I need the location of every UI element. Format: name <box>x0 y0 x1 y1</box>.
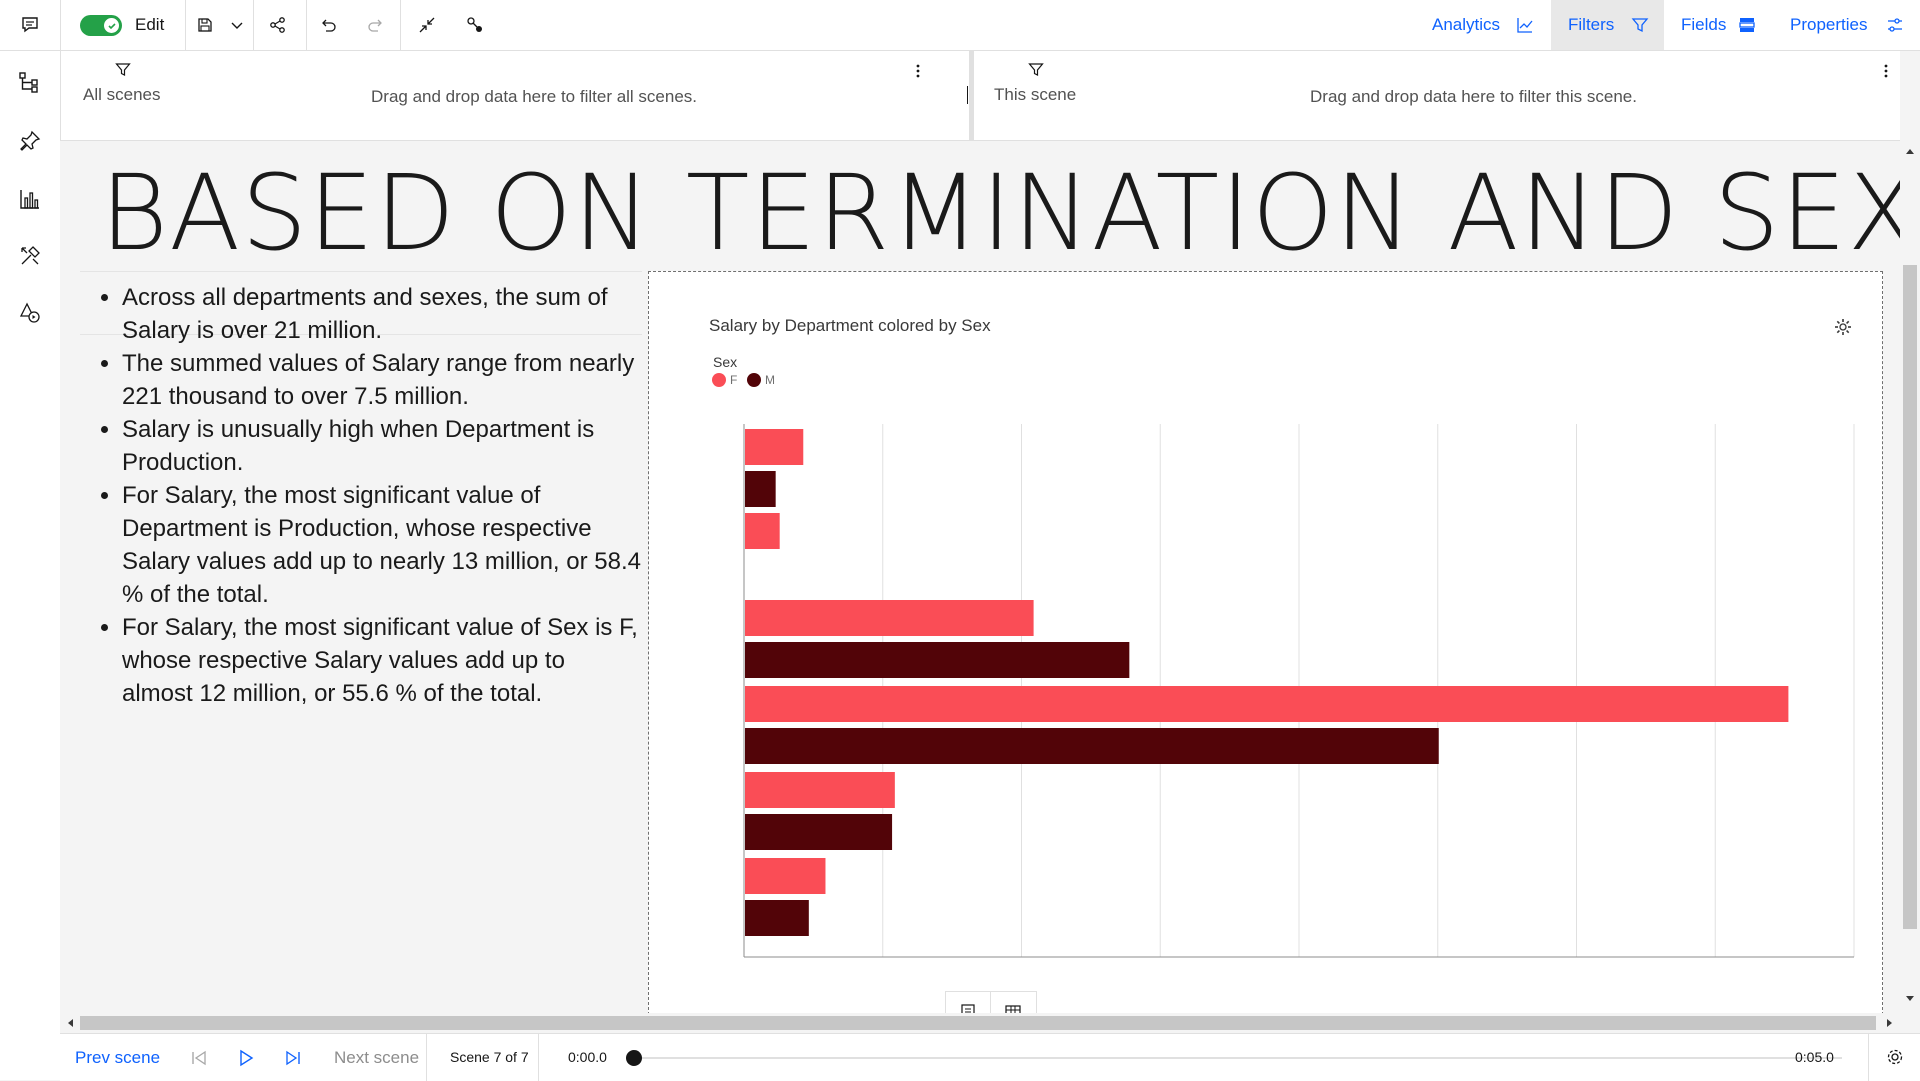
tab-fields-label: Fields <box>1681 15 1727 34</box>
all-scenes-drop-hint: Drag and drop data here to filter all sc… <box>371 87 698 106</box>
insight-item: For Salary, the most significant value o… <box>122 479 642 611</box>
timeline-handle[interactable] <box>626 1050 642 1066</box>
scene-counter: Scene 7 of 7 <box>450 1049 529 1065</box>
bar-f[interactable] <box>745 686 1789 722</box>
tab-analytics[interactable]: Analytics <box>1432 0 1500 50</box>
bar-m[interactable] <box>745 642 1130 678</box>
horizontal-scrollbar[interactable] <box>60 1013 1900 1033</box>
bar-f[interactable] <box>745 513 780 549</box>
skip-forward-icon[interactable] <box>284 1049 302 1067</box>
scroll-right-icon[interactable] <box>1886 1018 1894 1028</box>
comment-icon[interactable] <box>18 0 42 50</box>
insight-item: For Salary, the most significant value o… <box>122 611 642 710</box>
this-scene-label: This scene <box>994 85 1077 104</box>
vertical-scrollbar[interactable] <box>1900 141 1920 1013</box>
bar-f[interactable] <box>745 858 826 894</box>
tab-filters[interactable]: Filters <box>1551 0 1664 50</box>
filter-funnel-icon <box>115 62 131 78</box>
time-end: 0:05.0 <box>1795 1049 1834 1065</box>
undo-icon[interactable] <box>316 0 340 50</box>
prev-scene-button[interactable]: Prev scene <box>75 1034 160 1081</box>
filter-icon <box>1629 0 1651 50</box>
tab-fields[interactable]: Fields <box>1681 0 1726 50</box>
fields-icon <box>1736 0 1758 50</box>
vertical-scroll-thumb[interactable] <box>1903 265 1917 929</box>
insight-item: Salary is unusually high when Department… <box>122 413 642 479</box>
skip-back-icon[interactable] <box>190 1049 208 1067</box>
bar-m[interactable] <box>745 900 809 936</box>
bar-f[interactable] <box>745 772 895 808</box>
properties-icon <box>1884 0 1906 50</box>
scene-playback-bar: Prev scene Next scene Scene 7 of 7 0:00.… <box>60 1033 1920 1081</box>
pin-icon[interactable] <box>16 127 44 155</box>
playback-settings-icon[interactable] <box>1886 1048 1904 1066</box>
next-scene-button[interactable]: Next scene <box>334 1034 419 1081</box>
this-scene-drop-hint: Drag and drop data here to filter this s… <box>1310 87 1637 106</box>
filter-funnel-icon <box>1028 62 1044 78</box>
all-scenes-label: All scenes <box>83 85 161 104</box>
chevron-down-icon[interactable] <box>225 0 249 50</box>
overflow-menu-icon[interactable] <box>1880 61 1892 81</box>
scene-title: BASED ON TERMINATION AND SEX <box>100 152 1920 274</box>
edit-label: Edit <box>135 15 165 34</box>
insight-item: The summed values of Salary range from n… <box>122 347 642 413</box>
horizontal-scroll-thumb[interactable] <box>80 1016 1876 1030</box>
bar-f[interactable] <box>745 600 1034 636</box>
navigation-path-icon[interactable] <box>463 0 487 50</box>
bar-m[interactable] <box>745 728 1439 764</box>
save-icon[interactable] <box>193 0 217 50</box>
this-scene-filter-bar[interactable]: This scene Drag and drop data here to fi… <box>974 51 1900 141</box>
chart-icon[interactable] <box>16 185 44 213</box>
timeline-track[interactable] <box>634 1057 1842 1059</box>
insights-list: Across all departments and sexes, the su… <box>82 281 642 710</box>
time-start: 0:00.0 <box>568 1049 607 1065</box>
bar-f[interactable] <box>745 429 804 465</box>
bar-m[interactable] <box>745 471 776 507</box>
scroll-up-icon[interactable] <box>1905 147 1915 155</box>
share-icon[interactable] <box>266 0 290 50</box>
tab-analytics-label: Analytics <box>1432 15 1501 34</box>
tools-icon[interactable] <box>16 242 44 270</box>
insight-item: Across all departments and sexes, the su… <box>122 281 642 347</box>
tab-filters-label: Filters <box>1568 15 1615 34</box>
bar-m[interactable] <box>745 814 893 850</box>
analytics-icon <box>1514 0 1536 50</box>
collapse-icon[interactable] <box>415 0 439 50</box>
shapes-icon[interactable] <box>16 299 44 327</box>
scene-canvas: BASED ON TERMINATION AND SEX Across all … <box>60 141 1920 1033</box>
tab-properties-label: Properties <box>1790 15 1868 34</box>
play-icon[interactable] <box>237 1049 255 1067</box>
overflow-menu-icon[interactable] <box>912 61 924 81</box>
left-rail <box>0 51 61 1080</box>
top-toolbar: Edit Analytics Filters Fields Properties <box>0 0 1920 51</box>
all-scenes-filter-bar[interactable]: All scenes Drag and drop data here to fi… <box>61 51 963 141</box>
chart-widget[interactable]: Salary by Department colored by Sex Sex … <box>648 271 1883 1015</box>
redo-icon[interactable] <box>364 0 388 50</box>
hierarchy-icon[interactable] <box>16 68 44 96</box>
scroll-left-icon[interactable] <box>66 1018 74 1028</box>
bar-chart <box>743 424 1855 958</box>
scroll-down-icon[interactable] <box>1905 995 1915 1003</box>
tab-properties[interactable]: Properties <box>1790 0 1867 50</box>
edit-toggle[interactable] <box>80 15 122 36</box>
